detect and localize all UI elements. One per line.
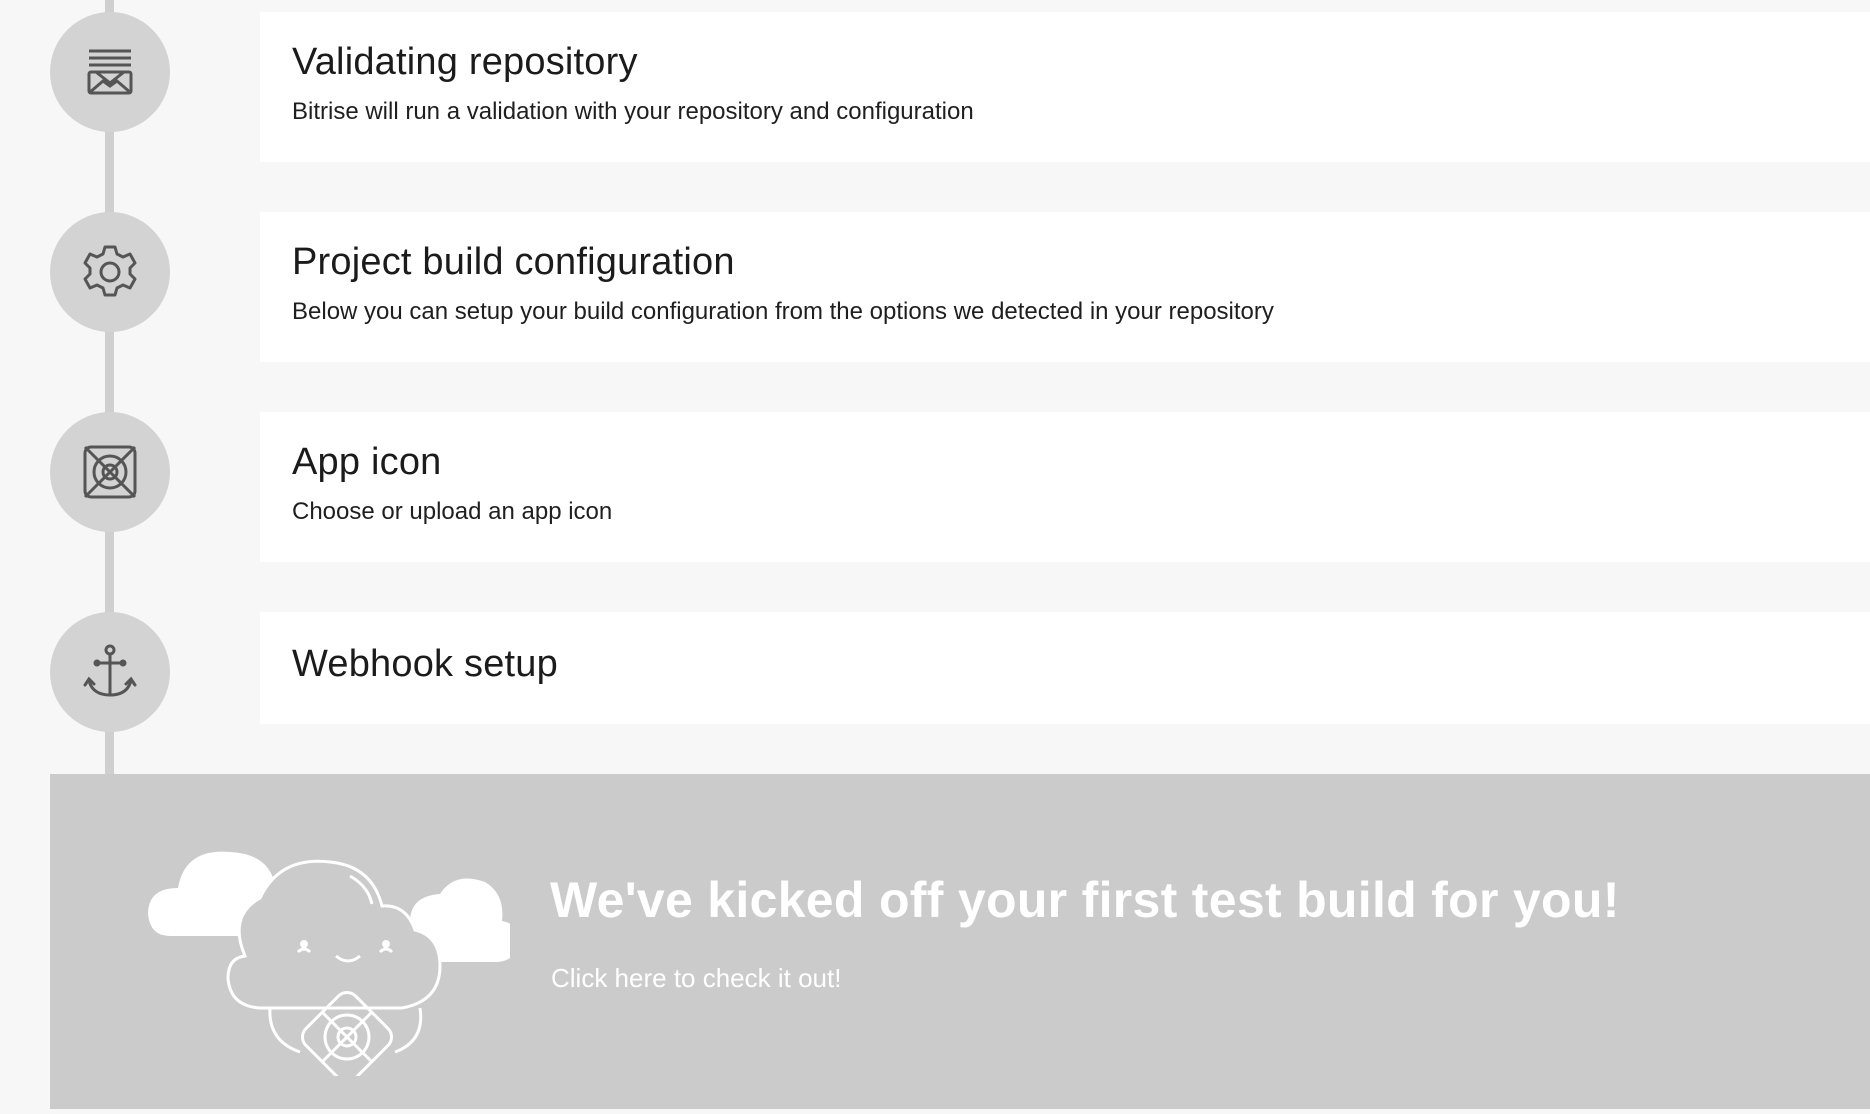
step-circle-app-icon: [50, 412, 170, 532]
anchor-icon: [83, 644, 137, 697]
gear-icon: [83, 245, 137, 297]
step-card-webhook[interactable]: Webhook setup: [260, 612, 1870, 724]
first-build-banner[interactable]: We've kicked off your first test build f…: [50, 774, 1870, 1109]
step-card-app-icon[interactable]: App icon Choose or upload an app icon: [260, 412, 1870, 562]
step-description: Choose or upload an app icon: [292, 497, 613, 525]
check-build-link[interactable]: Click here to check it out!: [551, 963, 841, 994]
step-description: Below you can setup your build configura…: [292, 297, 1274, 325]
app-icon-icon: [83, 445, 137, 499]
step-title: Project build configuration: [292, 241, 735, 283]
step-circle-build-config: [50, 212, 170, 332]
repository-icon: [87, 49, 133, 95]
step-description: Bitrise will run a validation with your …: [292, 97, 974, 125]
step-title: Validating repository: [292, 41, 638, 83]
cloud-mascot-illustration: [148, 851, 510, 1076]
step-circle-validating: [50, 12, 170, 132]
step-title: Webhook setup: [292, 643, 558, 685]
step-circle-webhook: [50, 612, 170, 732]
step-card-build-config[interactable]: Project build configuration Below you ca…: [260, 212, 1870, 362]
step-title: App icon: [292, 441, 442, 483]
step-card-validating[interactable]: Validating repository Bitrise will run a…: [260, 12, 1870, 162]
banner-title: We've kicked off your first test build f…: [550, 872, 1620, 928]
